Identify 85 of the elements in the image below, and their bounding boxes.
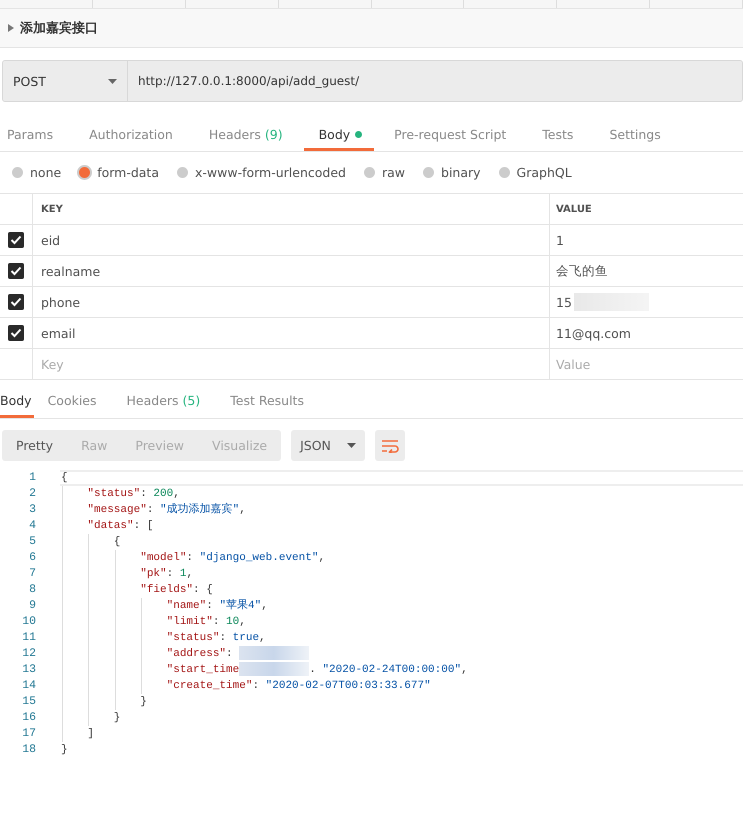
code-line: } — [61, 710, 120, 726]
radio-label[interactable]: form-data — [97, 165, 159, 180]
checkbox[interactable] — [8, 325, 24, 341]
line-number: 2 — [28, 486, 36, 502]
line-number: 15 — [21, 694, 36, 710]
value-input[interactable]: Value — [550, 349, 743, 379]
code-line: "name": "苹果4", — [61, 598, 268, 614]
code-line: "datas": [ — [61, 518, 154, 534]
line-number: 1 — [28, 470, 36, 486]
code-line: "start_time . "2020-02-24T00:00:00", — [61, 662, 468, 678]
radio-label[interactable]: binary — [441, 165, 481, 180]
tab[interactable]: Authorization — [89, 120, 189, 151]
code-line: "pk": 1, — [61, 566, 194, 582]
radio-label[interactable]: GraphQL — [516, 165, 572, 180]
tab[interactable]: Cookies — [48, 385, 113, 418]
line-number: 3 — [28, 502, 36, 518]
column-header: KEY — [33, 194, 550, 224]
table-cell: phone — [33, 287, 550, 317]
line-number: 13 — [21, 662, 36, 678]
radio-button[interactable] — [79, 167, 90, 178]
tab[interactable]: Headers (9) — [208, 120, 299, 151]
table-cell: 1 — [556, 232, 564, 248]
code-line: "address": — [61, 646, 310, 662]
line-number: 5 — [28, 534, 36, 550]
view-mode-button[interactable]: Visualize — [198, 430, 282, 461]
checkbox[interactable] — [8, 232, 24, 248]
expand-icon[interactable] — [8, 24, 14, 32]
request-name: 添加嘉宾接口 — [20, 20, 98, 37]
line-number: 6 — [28, 550, 36, 566]
line-number: 12 — [21, 646, 36, 662]
key-input[interactable]: Key — [33, 349, 550, 379]
table-cell: email — [33, 318, 550, 348]
radio-button[interactable] — [364, 167, 375, 178]
code-line: "limit": 10, — [61, 614, 246, 630]
code-line: "model": "django_web.event", — [61, 550, 326, 566]
line-number: 8 — [28, 582, 36, 598]
code-line: "status": true, — [61, 630, 266, 646]
line-number: 17 — [21, 726, 36, 742]
checkbox[interactable] — [8, 263, 24, 279]
code-line: "fields": { — [61, 582, 213, 598]
radio-label[interactable]: x-www-form-urlencoded — [195, 165, 346, 180]
tab[interactable]: Body — [304, 120, 374, 151]
line-number: 11 — [21, 630, 36, 646]
radio-button[interactable] — [423, 167, 434, 178]
line-number: 9 — [28, 598, 36, 614]
tab[interactable]: Params — [0, 120, 70, 151]
code-line: } — [61, 743, 68, 758]
caret-icon — [347, 443, 356, 448]
table-cell: 15 — [556, 294, 572, 310]
checkbox[interactable] — [8, 294, 24, 310]
line-number: 10 — [21, 614, 36, 630]
code-line: "create_time": "2020-02-07T00:03:33.677" — [61, 678, 431, 694]
wrap-button[interactable] — [375, 430, 406, 461]
table-cell: eid — [33, 225, 550, 255]
table-cell: 会飞的鱼 — [556, 262, 608, 280]
code-line: { — [61, 471, 68, 486]
tab[interactable]: Pre-request Script — [394, 120, 522, 151]
line-number: 14 — [21, 678, 36, 694]
line-number: 18 — [21, 742, 36, 758]
tab[interactable]: Headers (5) — [126, 385, 216, 418]
code-line: "message": "成功添加嘉宾", — [61, 502, 246, 518]
table-cell: 11@qq.com — [556, 326, 631, 340]
tab[interactable]: Settings — [609, 120, 677, 151]
wrap-icon — [381, 438, 400, 452]
format-dropdown[interactable]: JSON — [291, 430, 366, 461]
view-mode-button[interactable]: Pretty — [2, 430, 68, 461]
code-line: { — [61, 534, 120, 550]
radio-label[interactable]: raw — [382, 165, 406, 180]
radio-label[interactable]: none — [30, 165, 62, 180]
tab[interactable]: Body — [0, 385, 34, 418]
tab[interactable]: Tests — [542, 120, 590, 151]
code-line: } — [61, 694, 147, 710]
line-number: 16 — [21, 710, 36, 726]
radio-button[interactable] — [12, 167, 23, 178]
line-number: 4 — [28, 518, 36, 534]
view-mode-button[interactable]: Preview — [121, 430, 198, 461]
line-number: 7 — [28, 566, 36, 582]
radio-button[interactable] — [498, 167, 510, 178]
code-line: "status": 200, — [61, 486, 180, 502]
radio-button[interactable] — [177, 167, 188, 178]
tab[interactable]: Test Results — [230, 385, 320, 418]
view-mode-button[interactable]: Raw — [67, 430, 122, 461]
column-header: VALUE — [555, 202, 593, 216]
code-line: ] — [61, 726, 94, 742]
table-cell: realname — [33, 256, 550, 286]
